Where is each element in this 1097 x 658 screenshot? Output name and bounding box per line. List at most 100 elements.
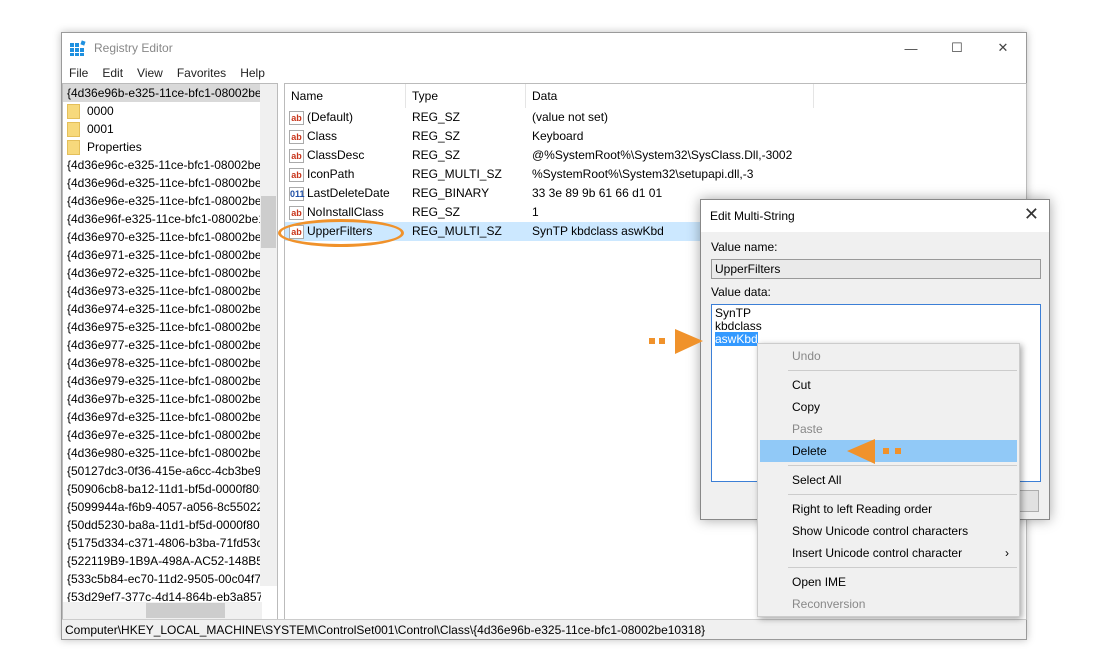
value-type: REG_SZ <box>412 129 461 143</box>
tree-key[interactable]: {4d36e979-e325-11ce-bfc1-08002be1 <box>63 372 261 390</box>
tree-key[interactable]: {4d36e972-e325-11ce-bfc1-08002be1 <box>63 264 261 282</box>
tree-key-label: {4d36e96d-e325-11ce-bfc1-08002be1 <box>67 176 261 190</box>
tree-key[interactable]: {4d36e96e-e325-11ce-bfc1-08002be1 <box>63 192 261 210</box>
status-bar-path: Computer\HKEY_LOCAL_MACHINE\SYSTEM\Contr… <box>62 619 1026 639</box>
tree-key-label: {4d36e970-e325-11ce-bfc1-08002be1 <box>67 230 261 244</box>
tree-key-label: {4d36e96f-e325-11ce-bfc1-08002be10 <box>67 212 261 226</box>
tree-key[interactable]: {4d36e97d-e325-11ce-bfc1-08002be1 <box>63 408 261 426</box>
tree-key[interactable]: {533c5b84-ec70-11d2-9505-00c04f79 <box>63 570 261 588</box>
context-menu-item-insert-unicode-control-character[interactable]: Insert Unicode control character › <box>758 542 1019 564</box>
menu-view[interactable]: View <box>137 66 163 80</box>
tree-key-label: {4d36e972-e325-11ce-bfc1-08002be1 <box>67 266 261 280</box>
string-value-icon: ab <box>289 148 304 163</box>
tree-key-label: {4d36e97d-e325-11ce-bfc1-08002be1 <box>67 410 261 424</box>
menu-item-label: Open IME <box>792 575 847 589</box>
tree-key[interactable]: {50906cb8-ba12-11d1-bf5d-0000f805 <box>63 480 261 498</box>
context-menu-item-reconversion[interactable]: Reconversion <box>758 593 1019 615</box>
context-menu-item-show-unicode-control-characters[interactable]: Show Unicode control characters <box>758 520 1019 542</box>
close-button[interactable]: ✕ <box>980 33 1026 63</box>
tree-key-label: Properties <box>87 140 142 154</box>
tree-key[interactable]: {4d36e97b-e325-11ce-bfc1-08002be1 <box>63 390 261 408</box>
value-row[interactable]: ab (Default) REG_SZ (value not set) <box>285 108 1026 127</box>
menu-separator <box>788 370 1017 371</box>
maximize-button[interactable]: ☐ <box>934 33 980 63</box>
value-name-field[interactable]: UpperFilters <box>711 259 1041 279</box>
value-type: REG_SZ <box>412 148 461 162</box>
tree-key[interactable]: {4d36e980-e325-11ce-bfc1-08002be1 <box>63 444 261 462</box>
context-menu-item-open-ime[interactable]: Open IME <box>758 571 1019 593</box>
menu-item-label: Copy <box>792 400 821 414</box>
key-tree: {4d36e96b-e325-11ce-bfc1-08002be1 0000 000… <box>62 83 278 620</box>
window-title: Registry Editor <box>94 41 173 55</box>
value-name-label: Value name: <box>711 240 778 254</box>
tree-key[interactable]: {50127dc3-0f36-415e-a6cc-4cb3be91 <box>63 462 261 480</box>
tree-subkey[interactable]: 0000 <box>63 102 261 120</box>
context-menu-item-cut[interactable]: Cut <box>758 374 1019 396</box>
annotation-arrow-left-icon <box>847 439 901 464</box>
tree-key[interactable]: {4d36e97e-e325-11ce-bfc1-08002be1 <box>63 426 261 444</box>
menu-separator <box>788 494 1017 495</box>
menu-file[interactable]: File <box>69 66 88 80</box>
string-value-icon: ab <box>289 167 304 182</box>
string-value-icon: ab <box>289 110 304 125</box>
tree-key-label: {4d36e978-e325-11ce-bfc1-08002be1 <box>67 356 261 370</box>
tree-key-label: {4d36e974-e325-11ce-bfc1-08002be1 <box>67 302 261 316</box>
tree-key-label: {4d36e973-e325-11ce-bfc1-08002be1 <box>67 284 261 298</box>
tree-key-label: 0001 <box>87 122 114 136</box>
context-menu-item-select-all[interactable]: Select All <box>758 469 1019 491</box>
minimize-button[interactable]: — <box>888 33 934 63</box>
tree-key[interactable]: {5175d334-c371-4806-b3ba-71fd53c9 <box>63 534 261 552</box>
menu-help[interactable]: Help <box>240 66 265 80</box>
tree-vertical-scrollbar[interactable] <box>260 84 277 586</box>
context-menu: Undo Cut Copy Paste Delete Select All Right to… <box>757 343 1020 617</box>
column-header-data[interactable]: Data <box>526 84 814 108</box>
tree-key[interactable]: {4d36e973-e325-11ce-bfc1-08002be1 <box>63 282 261 300</box>
dialog-close-icon[interactable]: ✕ <box>1024 204 1039 225</box>
tree-key[interactable]: {4d36e977-e325-11ce-bfc1-08002be1 <box>63 336 261 354</box>
value-data: %SystemRoot%\System32\setupapi.dll,-3 <box>532 167 754 181</box>
value-row[interactable]: ab ClassDesc REG_SZ @%SystemRoot%\System32\… <box>285 146 1026 165</box>
context-menu-item-paste[interactable]: Paste <box>758 418 1019 440</box>
tree-key-label: 0000 <box>87 104 114 118</box>
context-menu-item-right-to-left-reading-order[interactable]: Right to left Reading order <box>758 498 1019 520</box>
column-header-type[interactable]: Type <box>406 84 526 108</box>
tree-key[interactable]: {4d36e978-e325-11ce-bfc1-08002be1 <box>63 354 261 372</box>
tree-key[interactable]: {4d36e96d-e325-11ce-bfc1-08002be1 <box>63 174 261 192</box>
tree-key[interactable]: {4d36e975-e325-11ce-bfc1-08002be1 <box>63 318 261 336</box>
menu-favorites[interactable]: Favorites <box>177 66 226 80</box>
tree-key[interactable]: {4d36e96c-e325-11ce-bfc1-08002be1 <box>63 156 261 174</box>
tree-key[interactable]: {4d36e970-e325-11ce-bfc1-08002be1 <box>63 228 261 246</box>
value-data: (value not set) <box>532 110 609 124</box>
tree-key[interactable]: {50dd5230-ba8a-11d1-bf5d-0000f805 <box>63 516 261 534</box>
value-type: REG_SZ <box>412 110 461 124</box>
menu-edit[interactable]: Edit <box>102 66 123 80</box>
context-menu-item-copy[interactable]: Copy <box>758 396 1019 418</box>
registry-editor-icon <box>70 40 86 56</box>
tree-key[interactable]: {4d36e96b-e325-11ce-bfc1-08002be1 <box>63 84 261 102</box>
tree-key-label: {5175d334-c371-4806-b3ba-71fd53c9 <box>67 536 261 550</box>
value-row[interactable]: ab IconPath REG_MULTI_SZ %SystemRoot%\Syste… <box>285 165 1026 184</box>
menu-item-label: Insert Unicode control character <box>792 546 963 560</box>
tree-key-label: {4d36e96e-e325-11ce-bfc1-08002be1 <box>67 194 261 208</box>
value-data: @%SystemRoot%\System32\SysClass.Dll,-300… <box>532 148 793 162</box>
value-name: LastDeleteDate <box>307 186 390 200</box>
value-type: REG_MULTI_SZ <box>412 167 502 181</box>
tree-subkey[interactable]: 0001 <box>63 120 261 138</box>
column-headers: Name Type Data <box>285 84 1026 108</box>
data-line: kbdclass <box>715 319 762 333</box>
tree-key-label: {4d36e979-e325-11ce-bfc1-08002be1 <box>67 374 261 388</box>
tree-key[interactable]: {4d36e971-e325-11ce-bfc1-08002be1 <box>63 246 261 264</box>
context-menu-item-undo[interactable]: Undo <box>758 345 1019 367</box>
tree-key[interactable]: {522119B9-1B9A-498A-AC52-148B533 <box>63 552 261 570</box>
string-value-icon: ab <box>289 129 304 144</box>
tree-key[interactable]: {5099944a-f6b9-4057-a056-8c550228 <box>63 498 261 516</box>
tree-key-label: {50dd5230-ba8a-11d1-bf5d-0000f805 <box>67 518 261 532</box>
tree-subkey[interactable]: Properties <box>63 138 261 156</box>
value-row[interactable]: ab Class REG_SZ Keyboard <box>285 127 1026 146</box>
highlight-annotation-oval <box>278 219 404 247</box>
tree-key[interactable]: {4d36e96f-e325-11ce-bfc1-08002be10 <box>63 210 261 228</box>
column-header-name[interactable]: Name <box>285 84 406 108</box>
tree-horizontal-scrollbar[interactable] <box>63 602 262 619</box>
tree-key[interactable]: {4d36e974-e325-11ce-bfc1-08002be1 <box>63 300 261 318</box>
tree-key-label: {50906cb8-ba12-11d1-bf5d-0000f805 <box>67 482 261 496</box>
